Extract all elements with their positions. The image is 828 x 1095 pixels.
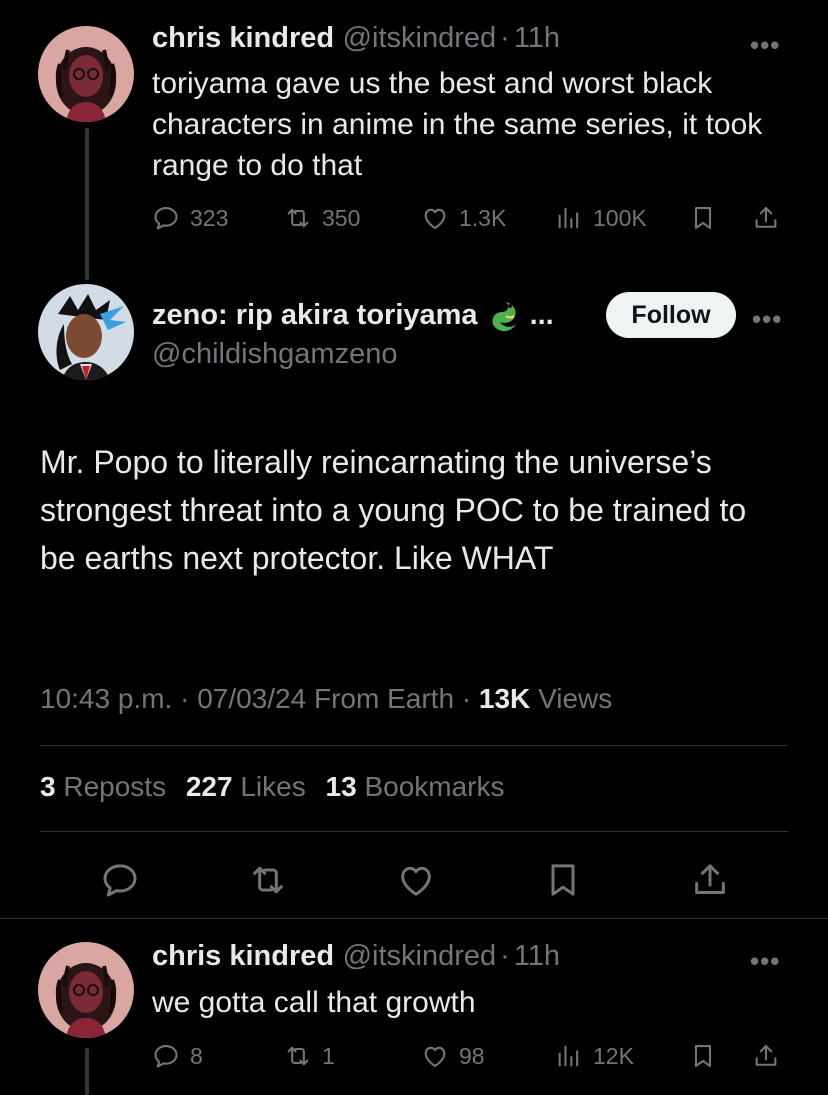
share-icon[interactable] bbox=[690, 860, 730, 900]
more-icon[interactable]: ••• bbox=[750, 946, 780, 977]
like-icon[interactable] bbox=[396, 860, 436, 900]
thread-line bbox=[85, 128, 89, 280]
views-button[interactable]: 12K bbox=[555, 1042, 634, 1070]
likes-label: Likes bbox=[240, 771, 306, 802]
post-time[interactable]: 10:43 p.m. bbox=[40, 683, 172, 714]
author-name[interactable]: chris kindred bbox=[152, 22, 334, 54]
bookmarks-stat[interactable]: 13 Bookmarks bbox=[326, 771, 505, 802]
share-button[interactable] bbox=[752, 1042, 780, 1070]
reply-icon bbox=[152, 204, 180, 232]
like-count: 98 bbox=[459, 1042, 485, 1069]
views-count: 12K bbox=[593, 1042, 634, 1069]
reposts-stat[interactable]: 3 Reposts bbox=[40, 771, 174, 802]
author-handle[interactable]: @itskindred bbox=[343, 940, 497, 972]
bookmark-icon[interactable] bbox=[543, 860, 583, 900]
author-name[interactable]: chris kindred bbox=[152, 940, 334, 972]
share-button[interactable] bbox=[752, 204, 780, 232]
repost-icon bbox=[284, 204, 312, 232]
share-icon bbox=[752, 1042, 780, 1070]
repost-icon bbox=[284, 1042, 312, 1070]
bookmark-icon bbox=[689, 204, 717, 232]
bookmark-button[interactable] bbox=[689, 204, 717, 232]
share-icon bbox=[752, 204, 780, 232]
author-handle[interactable]: @itskindred bbox=[343, 22, 497, 54]
reposts-label: Reposts bbox=[63, 771, 167, 802]
tweet-text: toriyama gave us the best and worst blac… bbox=[152, 67, 763, 182]
likes-count: 227 bbox=[185, 771, 233, 802]
separator: · bbox=[461, 683, 472, 714]
avatar-zeno[interactable] bbox=[38, 284, 134, 380]
more-icon[interactable]: ••• bbox=[750, 30, 780, 61]
repost-button[interactable]: 350 bbox=[284, 204, 360, 232]
reply-count: 323 bbox=[190, 204, 229, 231]
bookmark-button[interactable] bbox=[689, 1042, 717, 1070]
like-button[interactable]: 1.3K bbox=[421, 204, 506, 232]
reply-icon bbox=[152, 1042, 180, 1070]
author-name[interactable]: zeno: rip akira toriyama bbox=[152, 299, 478, 332]
repost-count: 350 bbox=[322, 204, 361, 231]
reply-icon[interactable] bbox=[100, 860, 140, 900]
like-button[interactable]: 98 bbox=[421, 1042, 485, 1070]
views-count: 100K bbox=[593, 204, 647, 231]
divider bbox=[0, 918, 828, 919]
reply-button[interactable]: 8 bbox=[152, 1042, 203, 1070]
avatar-chris-kindred[interactable] bbox=[38, 942, 134, 1038]
views-icon bbox=[555, 204, 583, 232]
separator: · bbox=[180, 683, 190, 714]
likes-stat[interactable]: 227 Likes bbox=[186, 771, 314, 802]
views-button[interactable]: 100K bbox=[555, 204, 647, 232]
views-icon bbox=[555, 1042, 583, 1070]
tweet-text: Mr. Popo to literally reincarnating the … bbox=[40, 444, 747, 576]
repost-icon[interactable] bbox=[248, 860, 288, 900]
name-truncation: ... bbox=[529, 298, 554, 331]
divider bbox=[40, 745, 788, 746]
bookmarks-count: 13 bbox=[325, 771, 357, 802]
tweet-text: we gotta call that growth bbox=[152, 986, 476, 1019]
reposts-count: 3 bbox=[40, 771, 56, 802]
timestamp[interactable]: 11h bbox=[514, 940, 560, 972]
post-source: From Earth bbox=[313, 683, 455, 714]
avatar-chris-kindred[interactable] bbox=[38, 26, 134, 122]
views-label: Views bbox=[538, 683, 613, 714]
repost-button[interactable]: 1 bbox=[284, 1042, 335, 1070]
follow-button[interactable]: Follow bbox=[606, 292, 736, 338]
post-date[interactable]: 07/03/24 bbox=[197, 683, 306, 714]
bookmark-icon bbox=[689, 1042, 717, 1070]
like-icon bbox=[421, 1042, 449, 1070]
dragon-emoji-icon bbox=[486, 296, 524, 334]
more-icon[interactable]: ••• bbox=[752, 304, 782, 335]
author-handle[interactable]: @childishgamzeno bbox=[152, 338, 397, 371]
divider bbox=[40, 831, 788, 832]
separator: · bbox=[500, 22, 510, 54]
like-icon bbox=[421, 204, 449, 232]
reply-count: 8 bbox=[190, 1042, 203, 1069]
repost-count: 1 bbox=[322, 1042, 335, 1069]
like-count: 1.3K bbox=[459, 204, 507, 231]
thread-line bbox=[85, 1048, 89, 1095]
timestamp[interactable]: 11h bbox=[514, 22, 560, 54]
bookmarks-label: Bookmarks bbox=[364, 771, 505, 802]
separator: · bbox=[500, 940, 510, 972]
reply-button[interactable]: 323 bbox=[152, 204, 228, 232]
views-count: 13K bbox=[478, 683, 531, 714]
